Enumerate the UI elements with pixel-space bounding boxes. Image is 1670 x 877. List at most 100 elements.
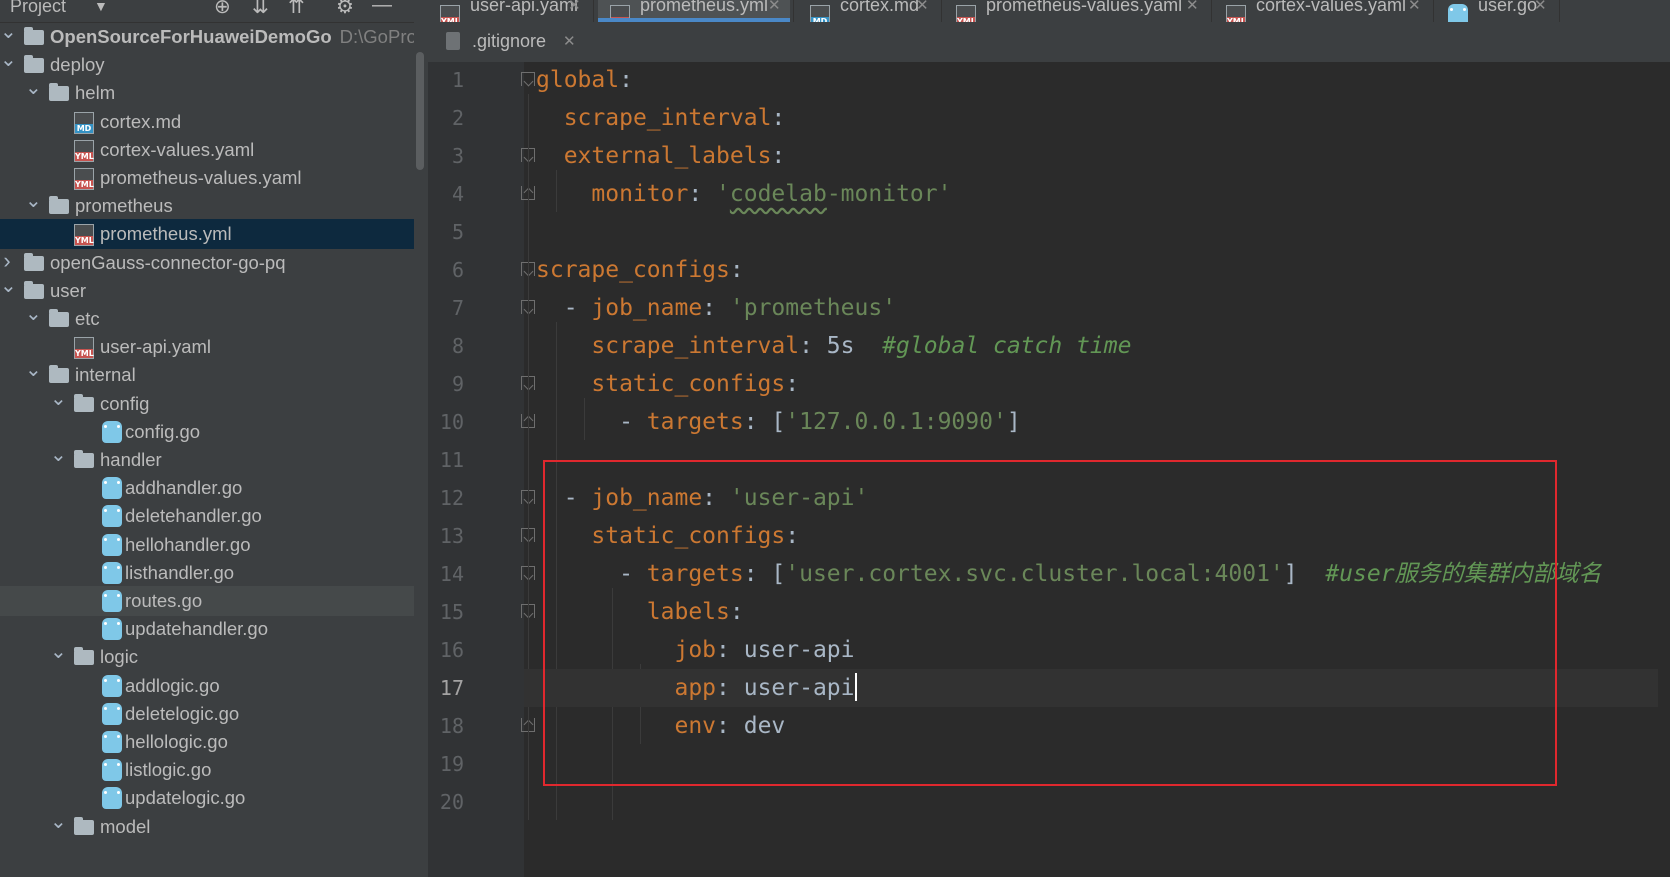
tree-item-go[interactable]: listhandler.go xyxy=(0,558,414,588)
line-number: 18 xyxy=(439,714,464,738)
indent-guide xyxy=(528,94,529,820)
line-number: 19 xyxy=(439,752,464,776)
tab-cortex-values-yaml[interactable]: cortex-values.yaml✕ xyxy=(1214,0,1430,22)
folder-icon xyxy=(74,450,94,468)
chevron-down-icon[interactable]: ⌄ xyxy=(50,384,67,414)
code-token: global xyxy=(536,67,620,93)
code-token: scrape_interval xyxy=(563,105,772,131)
tree-item-go[interactable]: routes.go xyxy=(0,586,414,616)
gitignore-file-icon xyxy=(446,32,460,50)
chevron-down-icon[interactable]: ⌄ xyxy=(0,271,17,301)
tree-item-yml[interactable]: prometheus.yml xyxy=(0,219,414,250)
project-view-dropdown-icon[interactable]: ▼ xyxy=(94,0,108,14)
project-scrollbar-thumb[interactable] xyxy=(416,52,424,170)
tab-prometheus-values-yaml[interactable]: prometheus-values.yaml✕ xyxy=(944,0,1208,22)
tree-item-folder[interactable]: ⌄ config xyxy=(0,388,414,419)
tree-item-folder[interactable]: ⌄ user xyxy=(0,275,414,306)
folder-icon xyxy=(49,83,69,102)
code-token: ] xyxy=(1006,409,1021,435)
code-editor[interactable]: 1 2 3 4 5 6 7 8 9 10 11 12 13 14 15 16 17 18 19 20 global: … xyxy=(428,62,1670,877)
tree-item-folder[interactable]: ⌄ prometheus xyxy=(0,190,414,221)
locate-file-icon[interactable]: ⊕ xyxy=(214,0,231,19)
code-token: - xyxy=(536,409,647,435)
tree-item-go[interactable]: addlogic.go xyxy=(0,671,414,701)
tree-item-label: helm xyxy=(75,82,116,104)
tree-item-folder[interactable]: ⌄ logic xyxy=(0,641,414,672)
chevron-down-icon[interactable]: ⌄ xyxy=(0,17,17,47)
tree-item-label: deploy xyxy=(50,54,105,76)
code-token: external_labels xyxy=(563,143,772,169)
chevron-down-icon[interactable]: ⌄ xyxy=(25,299,42,329)
folder-icon xyxy=(49,365,69,384)
tree-item-md[interactable]: cortex.md xyxy=(0,107,414,137)
chevron-down-icon[interactable]: ⌄ xyxy=(50,637,67,667)
fold-open-icon[interactable] xyxy=(521,72,535,86)
gear-icon[interactable]: ⚙ xyxy=(336,0,354,19)
tree-item-yml[interactable]: cortex-values.yaml xyxy=(0,135,414,165)
folder-icon xyxy=(24,252,44,271)
tab-gitignore[interactable]: .gitignore ✕ xyxy=(428,22,588,62)
close-icon[interactable]: ✕ xyxy=(568,0,581,14)
tree-item-root[interactable]: ⌄OpenSourceForHuaweiDemoGoD:\GoProj\O xyxy=(0,21,428,52)
tree-item-folder[interactable]: ⌄ handler xyxy=(0,444,414,475)
close-icon[interactable]: ✕ xyxy=(768,0,781,14)
collapse-all-icon[interactable]: ⇈ xyxy=(288,0,305,19)
tab-label: .gitignore xyxy=(472,31,547,51)
code-token: : 5s xyxy=(799,333,883,359)
tree-item-folder[interactable]: ⌄ deploy xyxy=(0,49,414,80)
tree-item-go[interactable]: deletehandler.go xyxy=(0,501,414,531)
close-icon[interactable]: ✕ xyxy=(563,32,576,50)
code-token: targets xyxy=(646,409,744,435)
tree-item-label: listhandler.go xyxy=(125,561,235,583)
tree-item-go[interactable]: listlogic.go xyxy=(0,755,414,785)
code-token: '127.0.0.1:9090' xyxy=(785,409,1007,435)
folder-icon xyxy=(74,816,94,835)
chevron-down-icon[interactable]: ⌄ xyxy=(25,355,42,385)
tree-item-folder[interactable]: ⌄ helm xyxy=(0,77,414,108)
tree-item-go[interactable]: hellohandler.go xyxy=(0,530,414,560)
project-scrollbar[interactable] xyxy=(414,22,428,877)
yml-icon xyxy=(74,337,94,360)
tree-item-label: user-api.yaml xyxy=(100,336,212,358)
chevron-down-icon[interactable]: ⌄ xyxy=(25,186,42,216)
tab-prometheus-yml[interactable]: prometheus.yml✕ xyxy=(598,0,790,22)
close-icon[interactable]: ✕ xyxy=(1408,0,1421,14)
tree-item-folder[interactable]: › openGauss-connector-go-pq xyxy=(0,248,414,278)
tree-item-folder[interactable]: ⌄ model xyxy=(0,811,414,842)
yml-file-icon xyxy=(610,5,630,22)
tab-user-api-yaml[interactable]: user-api.yaml✕ xyxy=(428,0,590,22)
tree-item-go[interactable]: deletelogic.go xyxy=(0,699,414,729)
tab-user-go[interactable]: user.go ✕ xyxy=(1436,0,1556,22)
tree-item-go[interactable]: hellologic.go xyxy=(0,727,414,757)
go-icon xyxy=(102,590,122,612)
hide-panel-icon[interactable]: — xyxy=(372,0,392,17)
close-icon[interactable]: ✕ xyxy=(916,0,929,14)
line-number: 4 xyxy=(451,182,464,206)
line-number: 9 xyxy=(451,372,464,396)
editor-scrollbar[interactable] xyxy=(1658,62,1670,877)
tree-item-label: deletelogic.go xyxy=(125,702,240,724)
project-title[interactable]: Project xyxy=(10,0,66,17)
tree-item-label: addlogic.go xyxy=(125,674,220,696)
chevron-down-icon[interactable]: ⌄ xyxy=(0,45,17,75)
chevron-down-icon[interactable]: ⌄ xyxy=(50,440,67,470)
chevron-down-icon[interactable]: ⌄ xyxy=(25,73,42,103)
line-number: 14 xyxy=(439,562,464,586)
tree-item-label: config.go xyxy=(125,420,201,442)
close-icon[interactable]: ✕ xyxy=(1534,0,1547,14)
tab-cortex-md[interactable]: cortex.md✕ xyxy=(798,0,938,22)
chevron-down-icon[interactable]: ⌄ xyxy=(50,807,67,837)
tree-item-folder[interactable]: ⌄ etc xyxy=(0,303,414,334)
code-token: -monitor' xyxy=(826,181,952,207)
go-icon xyxy=(102,618,122,641)
close-icon[interactable]: ✕ xyxy=(1186,0,1199,14)
line-number: 15 xyxy=(439,600,464,624)
tree-item-go[interactable]: addhandler.go xyxy=(0,473,414,503)
tree-item-label: user xyxy=(50,279,86,301)
tab-label: cortex-values.yaml xyxy=(1256,0,1407,15)
tab-label: prometheus.yml xyxy=(640,0,769,15)
expand-all-icon[interactable]: ⇊ xyxy=(252,0,269,19)
tree-item-yml[interactable]: prometheus-values.yaml xyxy=(0,163,414,193)
tree-item-yml[interactable]: user-api.yaml xyxy=(0,332,414,362)
